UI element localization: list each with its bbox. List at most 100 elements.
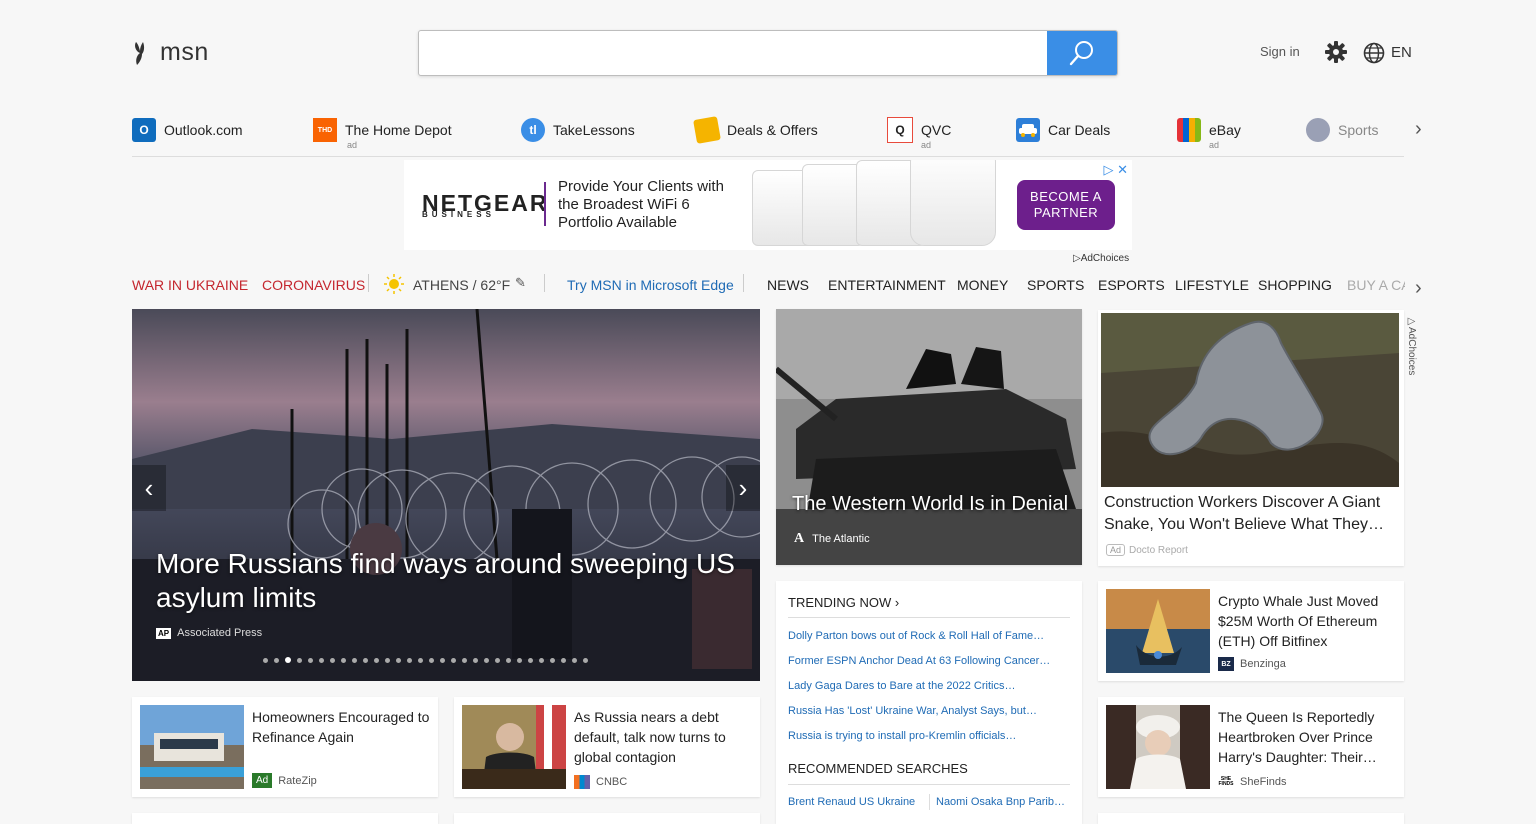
trending-heading[interactable]: TRENDING NOW › — [788, 595, 899, 610]
search-button[interactable] — [1047, 31, 1117, 75]
settings-gear-icon[interactable] — [1325, 41, 1347, 68]
carousel-dot[interactable] — [528, 658, 533, 663]
carousel-dot[interactable] — [473, 658, 478, 663]
adchoices-close-icon[interactable]: ▷ ✕ — [1103, 162, 1128, 178]
carousel-dot[interactable] — [263, 658, 268, 663]
language-selector[interactable]: EN — [1391, 44, 1412, 61]
carousel-dot[interactable] — [462, 658, 467, 663]
carousel-dot[interactable] — [363, 658, 368, 663]
carousel-dot[interactable] — [539, 658, 544, 663]
carousel-dot[interactable] — [451, 658, 456, 663]
ap-logo-icon: AP — [156, 627, 172, 639]
nav-money[interactable]: MONEY — [957, 277, 1008, 293]
carousel-dot[interactable] — [285, 657, 291, 663]
snake-ad-card[interactable]: Construction Workers Discover A Giant Sn… — [1098, 310, 1404, 566]
carousel-dot[interactable] — [517, 658, 522, 663]
carousel-dot[interactable] — [274, 658, 279, 663]
carousel-dot[interactable] — [506, 658, 511, 663]
carousel-dot[interactable] — [495, 658, 500, 663]
search-icon — [1069, 41, 1093, 66]
nav-lifestyle[interactable]: LIFESTYLE — [1175, 277, 1249, 293]
recommended-search-item[interactable]: Brent Renaud US Ukraine — [788, 796, 928, 808]
quicklink-home-depot[interactable]: THD The Home Depot ad — [313, 112, 452, 150]
takelessons-icon: tl — [521, 118, 545, 142]
sign-in-link[interactable]: Sign in — [1260, 44, 1300, 59]
adchoices-label: AdChoices — [1406, 327, 1417, 376]
carousel-dot[interactable] — [418, 658, 423, 663]
netgear-ad-banner[interactable]: NETGEAR BUSINESS Provide Your Clients wi… — [404, 160, 1132, 250]
nav-sports[interactable]: SPORTS — [1027, 277, 1084, 293]
tank-story-card[interactable]: The Western World Is in Denial A The Atl… — [776, 309, 1082, 565]
quicklink-car-deals[interactable]: Car Deals — [1016, 112, 1110, 148]
quicklink-ad-label: ad — [347, 140, 358, 150]
search-input[interactable] — [419, 31, 1047, 75]
nav-entertainment[interactable]: ENTERTAINMENT — [828, 277, 946, 293]
recommended-search-item[interactable]: Naomi Osaka Bnp Parib… — [936, 796, 1072, 808]
carousel-dot[interactable] — [319, 658, 324, 663]
chevron-right-icon[interactable]: › — [1415, 118, 1422, 141]
nav-weather[interactable]: ATHENS / 62°F — [413, 277, 510, 293]
carousel-dot[interactable] — [484, 658, 489, 663]
hero-carousel[interactable]: More Russians find ways around sweeping … — [132, 309, 760, 681]
nav-divider — [743, 274, 744, 292]
chevron-right-icon[interactable]: › — [1415, 277, 1422, 300]
trending-item[interactable]: Russia Has 'Lost' Ukraine War, Analyst S… — [788, 705, 1068, 717]
carousel-dot[interactable] — [396, 658, 401, 663]
globe-icon[interactable] — [1363, 42, 1385, 69]
carousel-dot[interactable] — [429, 658, 434, 663]
adchoices-label: AdChoices — [1080, 253, 1130, 264]
queen-story-card[interactable]: The Queen Is Reportedly Heartbroken Over… — [1098, 697, 1404, 797]
nav-coronavirus[interactable]: CORONAVIRUS — [262, 277, 365, 293]
nav-war-in-ukraine[interactable]: WAR IN UKRAINE — [132, 277, 248, 293]
russia-debt-card[interactable]: As Russia nears a debt default, talk now… — [454, 697, 760, 797]
carousel-dot[interactable] — [385, 658, 390, 663]
chevron-right-icon: › — [738, 472, 748, 503]
refinance-ad-card[interactable]: Homeowners Encouraged to Refinance Again… — [132, 697, 438, 797]
carousel-dot[interactable] — [308, 658, 313, 663]
quicklink-ebay[interactable]: eBay ad — [1177, 112, 1241, 150]
carousel-dot[interactable] — [352, 658, 357, 663]
carousel-dot[interactable] — [572, 658, 577, 663]
carousel-dot[interactable] — [583, 658, 588, 663]
become-partner-button[interactable]: BECOME A PARTNER — [1017, 180, 1115, 230]
nav-shopping[interactable]: SHOPPING — [1258, 277, 1332, 293]
deals-tag-icon — [693, 116, 721, 144]
quicklink-takelessons[interactable]: tl TakeLessons — [521, 112, 635, 148]
trending-item[interactable]: Lady Gaga Dares to Bare at the 2022 Crit… — [788, 680, 1068, 692]
quicklink-deals[interactable]: Deals & Offers — [693, 112, 818, 148]
ad-copy: Provide Your Clients with the Broadest W… — [558, 178, 724, 231]
hero-headline[interactable]: More Russians find ways around sweeping … — [156, 547, 736, 615]
quicklink-qvc[interactable]: Q QVC ad — [887, 112, 951, 150]
trending-item[interactable]: Former ESPN Anchor Dead At 63 Following … — [788, 655, 1068, 667]
quicklink-outlook[interactable]: O Outlook.com — [132, 112, 243, 148]
carousel-dot[interactable] — [561, 658, 566, 663]
carousel-next-button[interactable]: › — [726, 465, 760, 511]
partial-story-card[interactable] — [1098, 813, 1404, 824]
carousel-dot[interactable] — [374, 658, 379, 663]
quicklink-sports[interactable]: Sports — [1306, 112, 1378, 148]
carousel-dot[interactable] — [297, 658, 302, 663]
partial-story-card[interactable] — [454, 813, 760, 824]
quicklink-ad-label: ad — [1209, 140, 1220, 150]
hero-source-name: Associated Press — [177, 627, 263, 639]
carousel-dot[interactable] — [550, 658, 555, 663]
trending-item[interactable]: Dolly Parton bows out of Rock & Roll Hal… — [788, 630, 1068, 642]
crypto-whale-card[interactable]: Crypto Whale Just Moved $25M Worth Of Et… — [1098, 581, 1404, 681]
carousel-dot[interactable] — [407, 658, 412, 663]
adchoices-vertical-link[interactable]: ▷AdChoices — [1406, 316, 1417, 375]
nav-buy-a-car[interactable]: BUY A CA — [1347, 277, 1405, 293]
adchoices-link[interactable]: ▷AdChoices — [1073, 253, 1129, 264]
partial-story-card[interactable] — [132, 813, 438, 824]
msn-logo[interactable]: msn — [132, 38, 209, 67]
card-source: Ad RateZip — [252, 773, 317, 788]
shefinds-logo-icon: SHE FINDS — [1218, 776, 1234, 787]
carousel-dot[interactable] — [440, 658, 445, 663]
edit-pencil-icon[interactable]: ✎ — [515, 275, 526, 291]
nav-news[interactable]: NEWS — [767, 277, 809, 293]
carousel-dot[interactable] — [341, 658, 346, 663]
carousel-prev-button[interactable]: ‹ — [132, 465, 166, 511]
nav-edge-promo[interactable]: Try MSN in Microsoft Edge — [567, 277, 734, 293]
nav-esports[interactable]: ESPORTS — [1098, 277, 1165, 293]
trending-item[interactable]: Russia is trying to install pro-Kremlin … — [788, 730, 1068, 742]
carousel-dot[interactable] — [330, 658, 335, 663]
